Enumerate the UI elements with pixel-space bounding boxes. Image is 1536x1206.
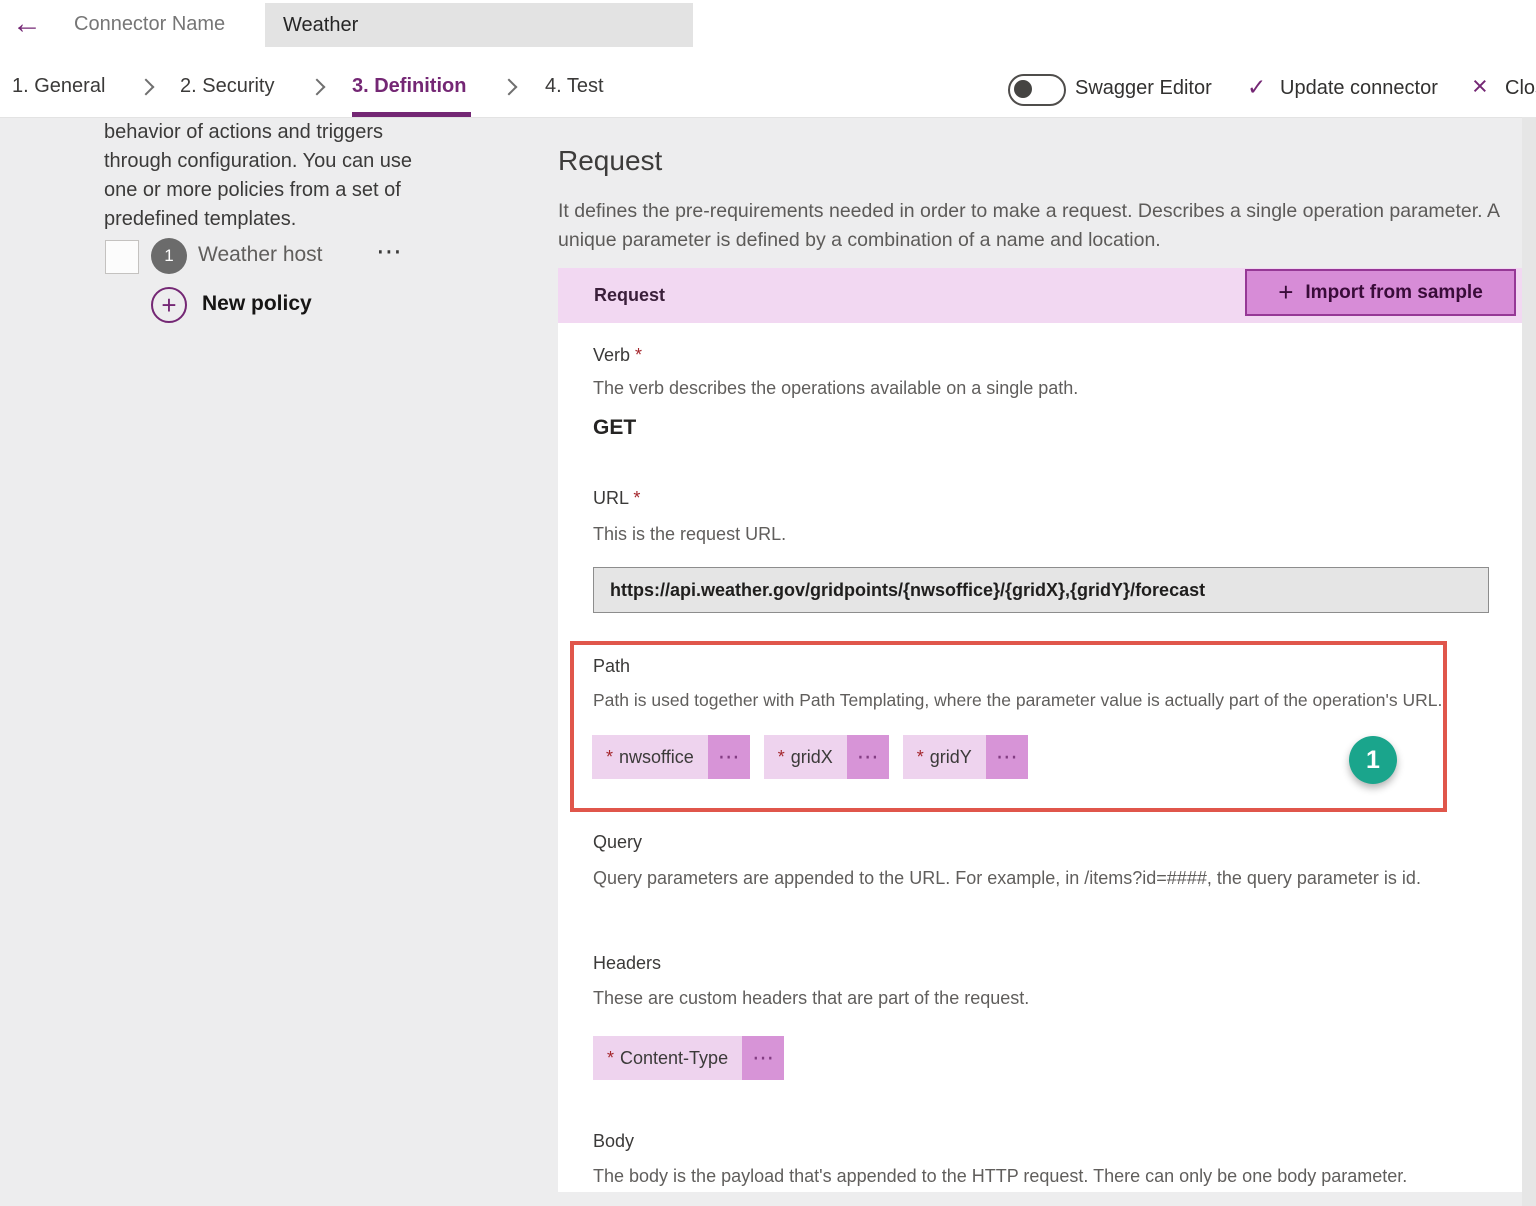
param-chip-nwsoffice[interactable]: * nwsoffice ⋯ [592, 735, 750, 779]
check-icon: ✓ [1247, 74, 1266, 101]
close-button[interactable]: Close [1505, 77, 1536, 100]
connector-name-input[interactable] [265, 3, 693, 47]
headers-description: These are custom headers that are part o… [593, 988, 1029, 1009]
param-menu-icon[interactable]: ⋯ [986, 735, 1028, 779]
title-bar: ← Connector Name [0, 0, 1536, 50]
headers-label: Headers [593, 953, 661, 974]
param-chip-label: * gridX [764, 735, 847, 779]
back-icon[interactable]: ← [12, 4, 42, 44]
required-marker: * [778, 747, 785, 768]
request-url-input[interactable] [593, 567, 1489, 613]
param-menu-icon[interactable]: ⋯ [708, 735, 750, 779]
param-name: gridX [791, 747, 833, 768]
toggle-knob [1014, 80, 1032, 98]
swagger-editor-toggle[interactable] [1008, 74, 1066, 106]
request-panel: Request + Import from sample Verb * The … [558, 268, 1522, 1192]
param-name: Content-Type [620, 1048, 728, 1069]
annotation-badge-1: 1 [1349, 736, 1397, 784]
close-icon[interactable]: × [1472, 71, 1488, 102]
path-label: Path [593, 656, 630, 677]
policy-index-badge: 1 [151, 238, 187, 274]
verb-description: The verb describes the operations availa… [593, 378, 1078, 399]
url-description: This is the request URL. [593, 524, 786, 545]
import-from-sample-label: Import from sample [1305, 282, 1482, 304]
plus-icon: + [1278, 277, 1293, 308]
swagger-editor-label: Swagger Editor [1075, 77, 1212, 100]
new-policy-plus-icon[interactable]: + [151, 287, 187, 323]
policies-description: behavior of actions and triggers through… [104, 118, 426, 234]
param-chip-label: * Content-Type [593, 1036, 742, 1080]
path-description: Path is used together with Path Templati… [593, 690, 1442, 711]
policy-item-weather-host[interactable]: Weather host [198, 243, 323, 267]
param-chip-content-type[interactable]: * Content-Type ⋯ [593, 1036, 784, 1080]
required-marker: * [606, 747, 613, 768]
annotation-box [570, 641, 1447, 812]
chevron-right-icon [138, 79, 155, 96]
verb-label: Verb * [593, 345, 642, 366]
param-name: gridY [930, 747, 972, 768]
body-label: Body [593, 1131, 634, 1152]
chevron-right-icon [501, 79, 518, 96]
verb-label-text: Verb [593, 345, 630, 365]
query-description: Query parameters are appended to the URL… [593, 868, 1421, 889]
param-chip-label: * nwsoffice [592, 735, 708, 779]
param-menu-icon[interactable]: ⋯ [847, 735, 889, 779]
param-chip-gridx[interactable]: * gridX ⋯ [764, 735, 889, 779]
required-marker: * [635, 345, 642, 365]
policy-menu-icon[interactable]: ⋯ [376, 236, 404, 267]
header-params-row: * Content-Type ⋯ [593, 1036, 784, 1080]
chevron-right-icon [309, 79, 326, 96]
param-chip-label: * gridY [903, 735, 986, 779]
import-from-sample-button[interactable]: + Import from sample [1245, 269, 1516, 316]
param-menu-icon[interactable]: ⋯ [742, 1036, 784, 1080]
param-chip-gridy[interactable]: * gridY ⋯ [903, 735, 1028, 779]
tab-security[interactable]: 2. Security [180, 75, 274, 98]
required-marker: * [607, 1048, 614, 1069]
path-params-row: * nwsoffice ⋯ * gridX ⋯ * gridY ⋯ [592, 735, 1028, 779]
verb-value: GET [593, 416, 636, 440]
active-tab-underline [352, 112, 471, 117]
request-section-title: Request [558, 145, 662, 177]
connector-editor: ← Connector Name 1. General 2. Security … [0, 0, 1536, 1206]
tab-general[interactable]: 1. General [12, 75, 105, 98]
body-description: The body is the payload that's appended … [593, 1166, 1407, 1187]
connector-name-label: Connector Name [74, 13, 225, 36]
scrollbar[interactable] [1522, 117, 1536, 1206]
tab-definition[interactable]: 3. Definition [352, 75, 466, 98]
required-marker: * [633, 488, 640, 508]
url-label: URL * [593, 488, 640, 509]
query-label: Query [593, 832, 642, 853]
policy-checkbox[interactable] [105, 240, 139, 274]
new-policy-button[interactable]: New policy [202, 292, 312, 316]
param-name: nwsoffice [619, 747, 694, 768]
request-section-description: It defines the pre-requirements needed i… [558, 197, 1536, 255]
url-label-text: URL [593, 488, 628, 508]
required-marker: * [917, 747, 924, 768]
request-banner-label: Request [594, 285, 665, 306]
update-connector-button[interactable]: Update connector [1280, 77, 1438, 100]
wizard-step-bar: 1. General 2. Security 3. Definition 4. … [0, 50, 1536, 118]
tab-test[interactable]: 4. Test [545, 75, 604, 98]
